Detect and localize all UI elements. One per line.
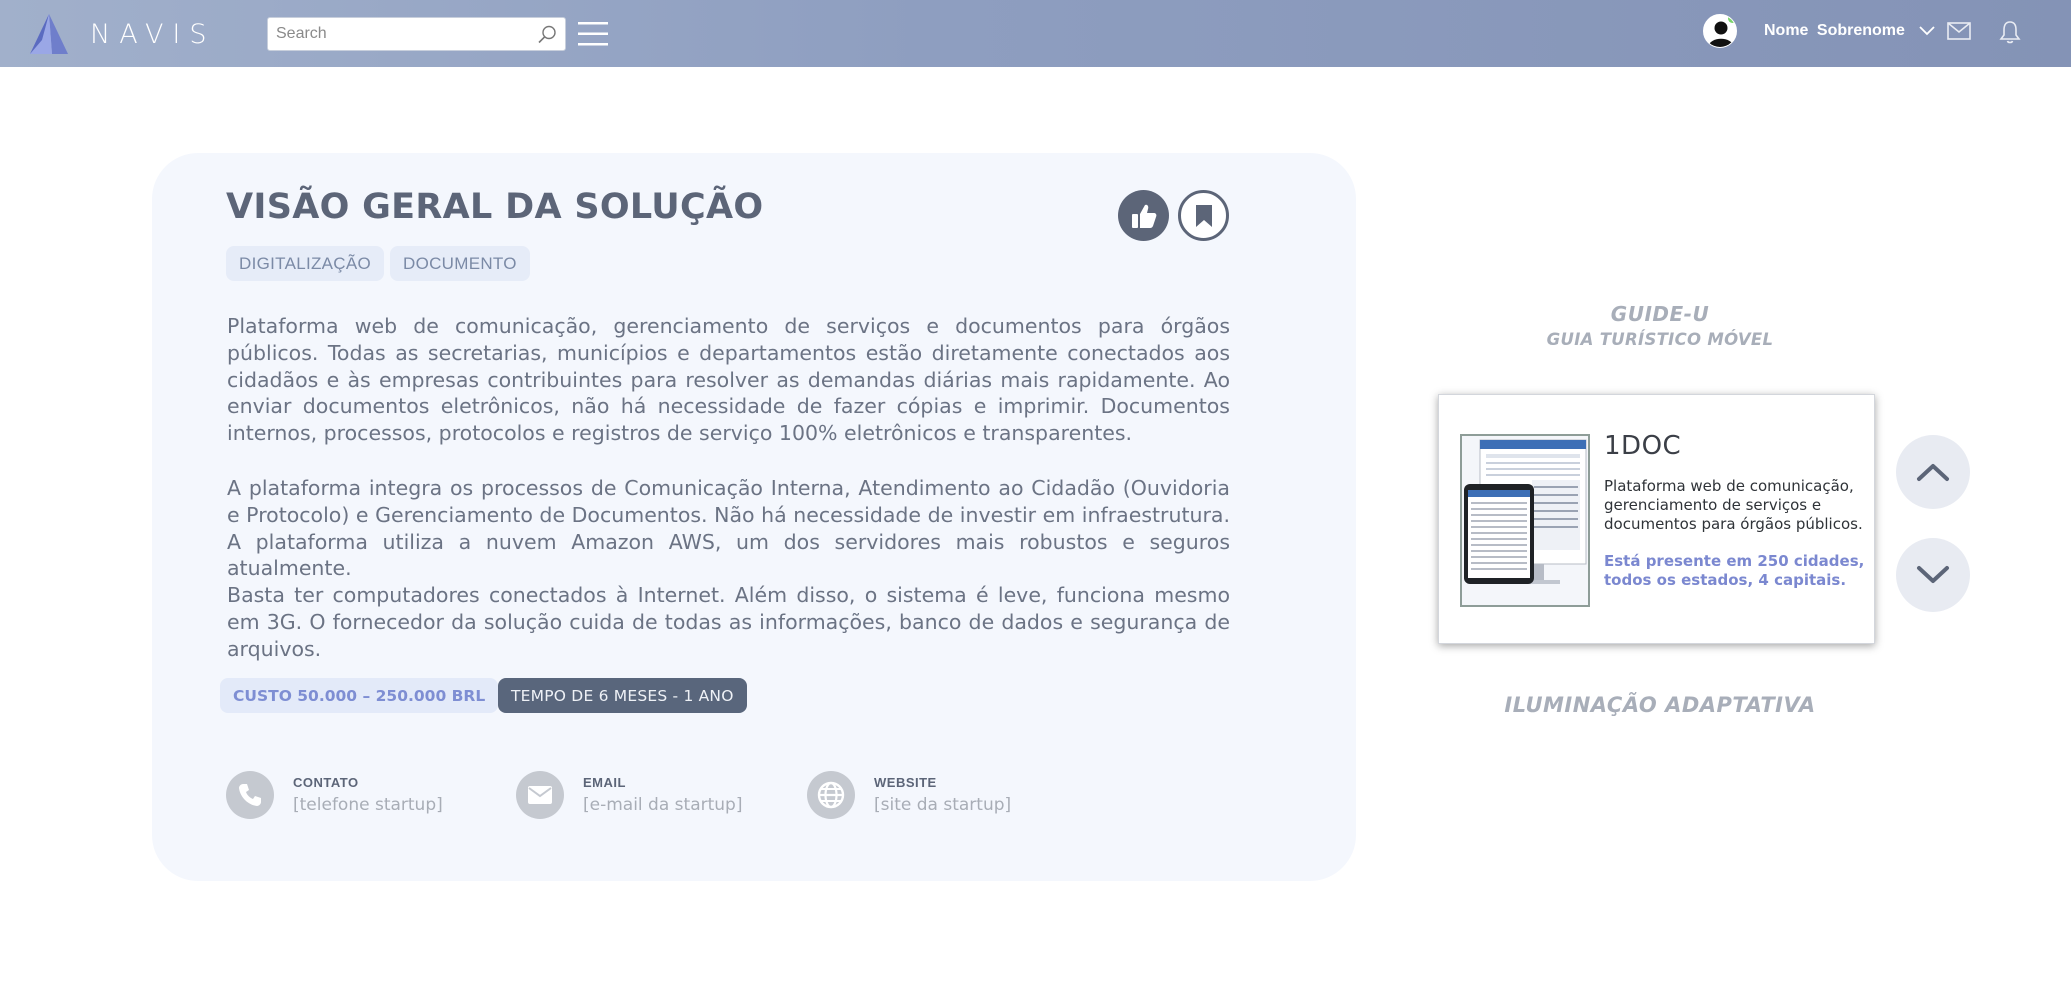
contact-email[interactable]: EMAIL [e-mail da startup] (516, 771, 742, 819)
mail-icon[interactable] (1947, 22, 1971, 40)
tag-digitalizacao[interactable]: DIGITALIZAÇÃO (226, 246, 385, 281)
carousel-down-button[interactable] (1896, 538, 1970, 612)
chevron-up-icon (1917, 464, 1949, 481)
thumbs-up-icon (1131, 204, 1156, 228)
brand-name: NAVIS (90, 18, 216, 50)
carousel-current-description: Plataforma web de comunicação, gerenciam… (1604, 477, 1863, 533)
carousel-previous-subtitle: GUIA TURÍSTICO MÓVEL (1546, 330, 1774, 349)
chevron-down-icon[interactable] (1919, 26, 1935, 36)
contact-label: CONTATO (293, 775, 359, 790)
avatar[interactable] (1703, 14, 1737, 48)
solution-overview-card: VISÃO GERAL DA SOLUÇÃO DIGITALIZAÇÃO DOC… (152, 153, 1356, 881)
top-bar: NAVIS Nome Sobrenome (0, 0, 2071, 67)
contact-label: EMAIL (583, 775, 626, 790)
user-menu[interactable]: Nome Sobrenome (1703, 14, 1935, 48)
like-button[interactable] (1118, 190, 1169, 241)
description-paragraph: Basta ter computadores conectados à Inte… (227, 583, 1230, 661)
contact-value[interactable]: [site da startup] (874, 795, 1011, 815)
carousel-current-card[interactable]: 1DOC Plataforma web de comunicação, gere… (1438, 394, 1875, 644)
carousel-next-item[interactable]: ILUMINAÇÃO ADAPTATIVA (1360, 693, 1960, 717)
product-screenshot-image (1460, 434, 1590, 607)
carousel-current-title: 1DOC (1604, 431, 1682, 461)
contact-value[interactable]: [telefone startup] (293, 795, 443, 815)
bookmark-button[interactable] (1178, 190, 1229, 241)
search-box (267, 17, 566, 51)
contact-value[interactable]: [e-mail da startup] (583, 795, 742, 815)
bell-icon[interactable] (1999, 20, 2021, 44)
carousel-previous-title: GUIDE-U (1610, 302, 1710, 326)
search-icon[interactable] (538, 25, 557, 44)
globe-icon (807, 771, 855, 819)
tag-documento[interactable]: DOCUMENTO (390, 246, 530, 281)
carousel-current-highlight: Está presente em 250 cidades, todos os e… (1604, 552, 1865, 589)
carousel-previous-item[interactable]: GUIDE-U GUIA TURÍSTICO MÓVEL (1360, 302, 1960, 349)
cost-badge: CUSTO 50.000 – 250.000 BRL (220, 678, 499, 713)
contact-label: WEBSITE (874, 775, 937, 790)
envelope-icon (516, 771, 564, 819)
contact-website[interactable]: WEBSITE [site da startup] (807, 771, 1011, 819)
phone-icon (226, 771, 274, 819)
description-paragraph: A plataforma integra os processos de Com… (227, 476, 1230, 581)
navis-logo[interactable]: NAVIS (30, 14, 216, 54)
navis-logo-icon (30, 14, 68, 54)
bookmark-icon (1195, 204, 1212, 227)
description-paragraph: Plataforma web de comunicação, gerenciam… (227, 314, 1230, 446)
online-indicator (1728, 15, 1736, 23)
page-title: VISÃO GERAL DA SOLUÇÃO (226, 187, 764, 227)
chevron-down-icon (1917, 566, 1949, 583)
user-name[interactable]: Nome Sobrenome (1764, 22, 1905, 40)
menu-icon[interactable] (578, 21, 608, 47)
contact-phone[interactable]: CONTATO [telefone startup] (226, 771, 443, 819)
carousel-up-button[interactable] (1896, 435, 1970, 509)
time-badge: TEMPO DE 6 MESES - 1 ANO (498, 678, 747, 713)
search-input[interactable] (268, 19, 528, 49)
